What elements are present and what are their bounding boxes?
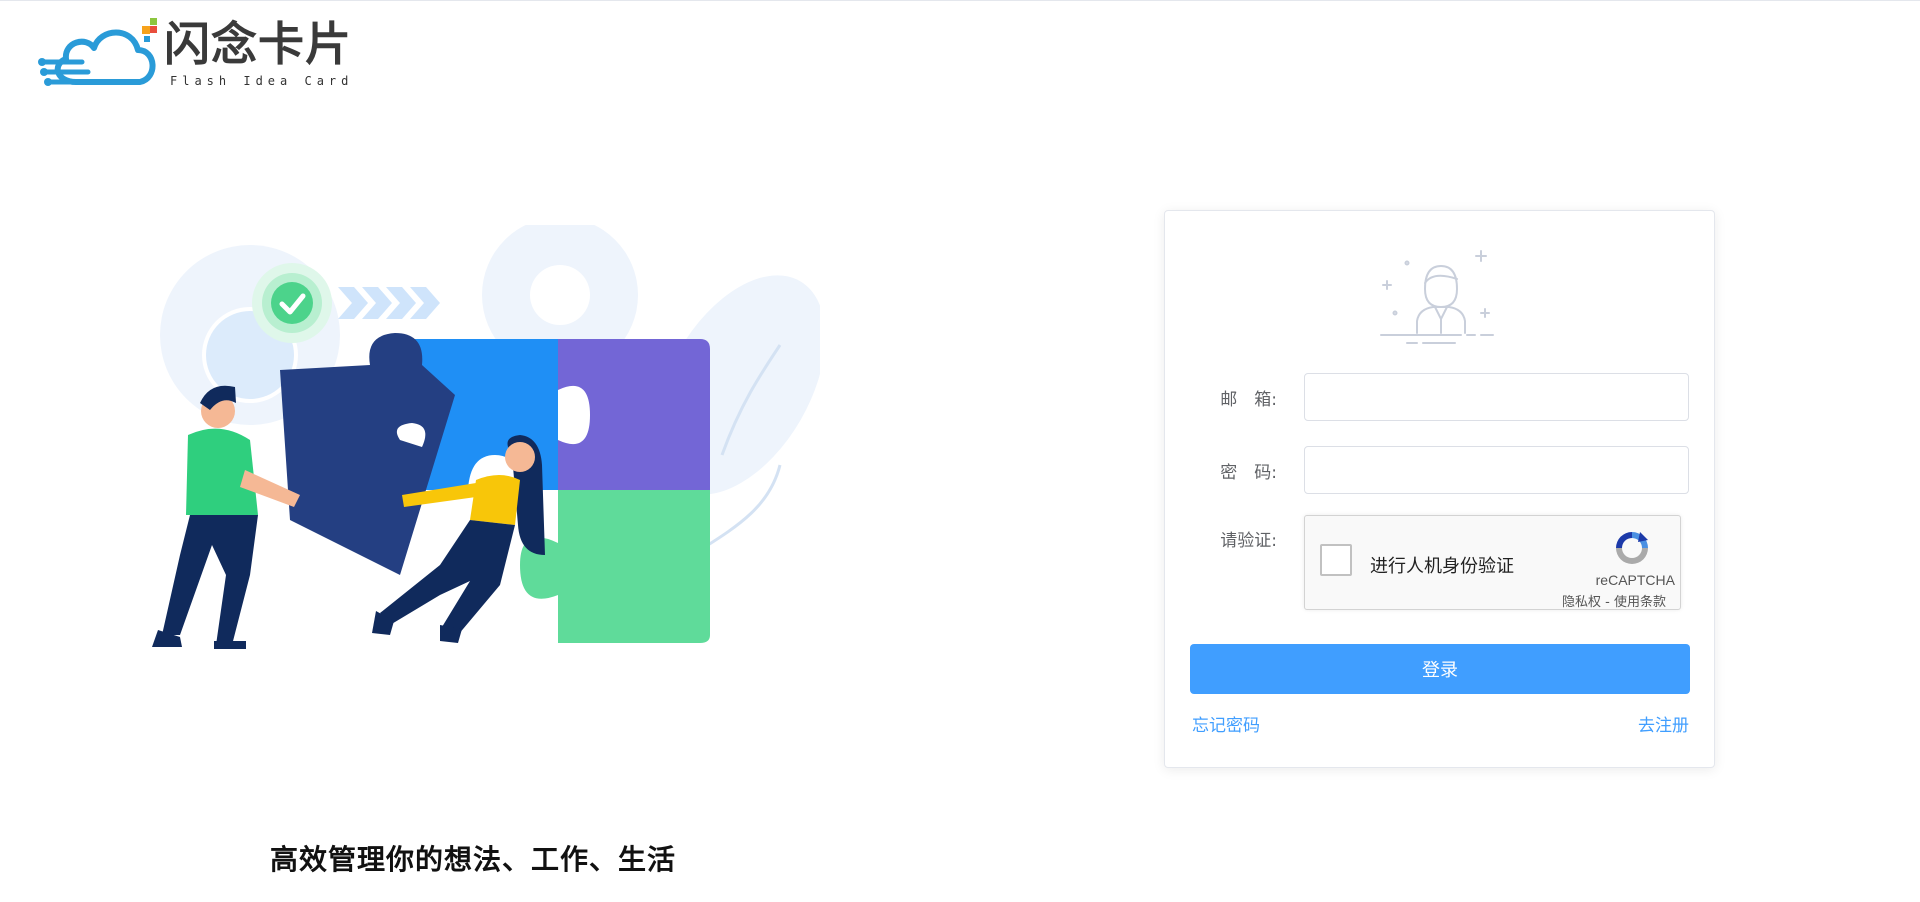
top-divider (0, 0, 1920, 1)
recaptcha-checkbox[interactable] (1320, 544, 1352, 576)
register-link[interactable]: 去注册 (1638, 711, 1689, 736)
login-card: 邮 箱: 密 码: 请验证: 进行人机身份验证 reCAPTCHA 隐私权 - … (1164, 210, 1715, 768)
forgot-password-link[interactable]: 忘记密码 (1192, 711, 1260, 736)
slogan: 高效管理你的想法、工作、生活 (270, 843, 677, 876)
password-input[interactable] (1304, 446, 1689, 494)
email-input[interactable] (1304, 373, 1689, 421)
logo-title: 闪念卡片 (164, 17, 352, 71)
recaptcha-terms-link[interactable]: 使用条款 (1614, 595, 1666, 610)
cloud-logo-icon (38, 18, 157, 86)
user-avatar-icon (1380, 250, 1494, 344)
recaptcha-label: 进行人机身份验证 (1370, 556, 1514, 577)
logo[interactable]: 闪念卡片 Flash Idea Card (36, 12, 366, 92)
recaptcha-widget: 进行人机身份验证 reCAPTCHA 隐私权 - 使用条款 (1304, 515, 1681, 610)
recaptcha-separator: - (1601, 595, 1614, 610)
login-button[interactable]: 登录 (1190, 644, 1690, 694)
verify-label: 请验证: (1220, 531, 1277, 551)
recaptcha-terms: 隐私权 - 使用条款 (1562, 591, 1666, 610)
recaptcha-brand: reCAPTCHA (1595, 572, 1675, 588)
recaptcha-logo-icon (1616, 532, 1648, 564)
password-label: 密 码: (1220, 463, 1277, 483)
email-label: 邮 箱: (1220, 390, 1277, 410)
teamwork-puzzle-illustration (152, 225, 820, 649)
recaptcha-privacy-link[interactable]: 隐私权 (1562, 595, 1601, 610)
logo-subtitle: Flash Idea Card (170, 74, 354, 88)
